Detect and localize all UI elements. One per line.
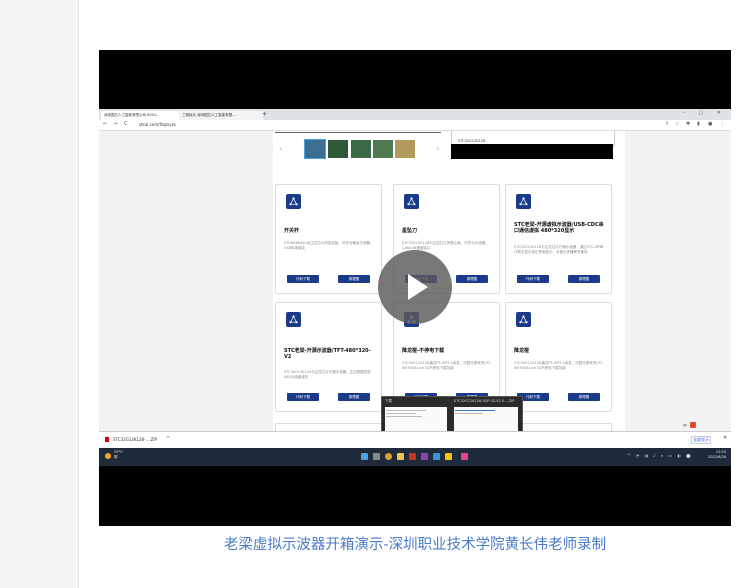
browser-tab-1[interactable]: 深圳国芯人工智能有限公司-8051...: [101, 111, 179, 120]
product-card[interactable]: STC老梁-开源示波器/TFT-480*320-V2 STC32G12K128为…: [275, 302, 382, 412]
window-controls[interactable]: – ▢ ✕: [682, 110, 727, 116]
card-title: 开关杆: [284, 228, 300, 234]
video-player[interactable]: 深圳国芯人工智能有限公司-8051... 三相硅片-深圳国芯人工智能有限... …: [99, 50, 731, 526]
gallery-thumbnail[interactable]: [304, 139, 326, 159]
video-caption: 老梁虚拟示波器开箱演示-深圳职业技术学院黄长伟老师录制: [223, 537, 607, 553]
card-title: STC老梁-开源虚拟示波器/USB-CDC串口通信虚拟 480*320显示: [514, 222, 604, 234]
preview-label-zip: STC32G12K128-SOP-32-V2.0-...ZIP: [454, 399, 515, 403]
menu-icon[interactable]: ⋮: [720, 121, 725, 127]
schematic-button[interactable]: 原理图: [456, 275, 488, 283]
gallery-thumbnail[interactable]: [351, 140, 371, 158]
left-page-margin: [0, 0, 78, 588]
product-gallery: ‹ › STC32G12K128: [273, 131, 625, 179]
schematic-button[interactable]: 原理图: [568, 275, 600, 283]
share-nodes-icon: [286, 312, 301, 327]
product-card[interactable]: 开关杆 STC8H8K64U为主控芯片的协议板，可作为备用示波器，USB供电稳定…: [275, 184, 382, 294]
sidebar-icon[interactable]: ▮: [697, 121, 700, 127]
close-icon[interactable]: ✕: [723, 435, 727, 441]
card-title: 降龙棍: [514, 348, 530, 354]
search-icon[interactable]: [373, 453, 380, 460]
card-description: STC32G12K128通过P3.0/P3.1收发，可替代原来的STC-ISP/…: [514, 361, 605, 370]
preview-line: [386, 413, 416, 414]
reload-icon[interactable]: C: [124, 121, 128, 127]
preview-line: [386, 410, 426, 411]
gallery-thumbnail[interactable]: [328, 140, 348, 158]
float-ic-label: 中: [683, 423, 687, 428]
browser-tab-bar: 深圳国芯人工智能有限公司-8051... 三相硅片-深圳国芯人工智能有限... …: [99, 109, 731, 120]
profile-icon[interactable]: ●: [708, 121, 712, 127]
preview-label-downloads: 下载: [385, 399, 392, 403]
app-icon[interactable]: [421, 453, 428, 460]
folder-icon[interactable]: [397, 453, 404, 460]
new-tab-button[interactable]: +: [262, 111, 267, 119]
share-nodes-icon: [404, 194, 419, 209]
play-icon: [408, 274, 428, 300]
code-download-button[interactable]: 代码下载: [287, 275, 319, 283]
card-description: STC32G12K128通过P3.0/P3.1收发，可替代原来的STC-ISP/…: [402, 361, 493, 370]
star-icon[interactable]: ☆: [675, 121, 679, 127]
preview-line: [386, 416, 422, 417]
spec-snippet: STC32G12K128: [458, 139, 486, 143]
download-bar: STC32G12K128-....ZIP ^ 全部显示 ✕: [99, 431, 731, 449]
card-description: STC32G12K128为主控芯片开源示波器，通过STC-ISP串口助手显示波形…: [514, 245, 604, 254]
preview-line: [455, 413, 483, 414]
code-download-button[interactable]: 代码下载: [287, 393, 319, 401]
app-icon[interactable]: [409, 453, 416, 460]
schematic-button[interactable]: 原理图: [338, 393, 370, 401]
code-download-button[interactable]: 代码下载: [517, 275, 549, 283]
play-button[interactable]: [378, 250, 452, 324]
clock-date: 2022/6/26: [708, 455, 726, 459]
preview-line: [455, 410, 495, 411]
product-card[interactable]: STC老梁-开源虚拟示波器/USB-CDC串口通信虚拟 480*320显示 ST…: [505, 184, 612, 294]
system-tray[interactable]: ^ ◔ ◑ ♪ ⌕ ▭ ◐ ⬤: [627, 453, 693, 458]
back-icon[interactable]: ←: [103, 121, 107, 127]
browser-address-bar: ← → C stcai.com/fzq/xyzs ⇪ ☆ ✱ ▮ ● ⋮: [99, 120, 731, 131]
start-icon[interactable]: [361, 453, 368, 460]
download-file-name[interactable]: STC32G12K128-....ZIP: [113, 437, 157, 442]
schematic-button[interactable]: 原理图: [338, 275, 370, 283]
redacted-block: [451, 144, 613, 159]
forward-icon[interactable]: →: [113, 121, 117, 127]
system-clock[interactable]: 12:03 2022/6/26: [708, 450, 726, 460]
browser-tab-2[interactable]: 三相硅片-深圳国芯人工智能有限...: [179, 111, 263, 120]
chevron-up-icon[interactable]: ^: [166, 436, 170, 442]
windows-taskbar: 29°C 阴 ^ ◔ ◑ ♪ ⌕ ▭ ◐ ⬤ 12:03 2022/6/26: [99, 448, 731, 466]
gallery-thumbnail[interactable]: [373, 140, 393, 158]
card-description: STC8H8K64U为主控芯片的协议板，可作为备用示波器，USB供电稳定: [284, 241, 374, 250]
app-icon[interactable]: [433, 453, 440, 460]
share-nodes-icon: [286, 194, 301, 209]
chevron-left-icon[interactable]: ‹: [279, 144, 282, 153]
left-divider: [78, 0, 79, 588]
app-icon[interactable]: [445, 453, 452, 460]
show-all-downloads-button[interactable]: 全部显示: [691, 436, 711, 444]
share-icon[interactable]: ⇪: [665, 121, 669, 127]
card-title: 降龙棍-不停电下载: [402, 348, 445, 354]
float-widget-icon[interactable]: [690, 422, 696, 428]
gallery-border: [275, 132, 441, 133]
zip-file-icon: [105, 437, 109, 442]
chevron-right-icon[interactable]: ›: [436, 144, 439, 153]
extension-icon[interactable]: ✱: [686, 121, 690, 127]
schematic-button[interactable]: 原理图: [568, 393, 600, 401]
weather-desc: 阴: [114, 455, 118, 459]
chrome-icon[interactable]: [385, 453, 392, 460]
app-icon[interactable]: [461, 453, 468, 460]
url-field[interactable]: stcai.com/fzq/xyzs: [139, 122, 176, 127]
card-title: 星坠刀: [402, 228, 418, 234]
gallery-thumbnail[interactable]: [395, 140, 415, 158]
card-description: STC32G12K128为主控芯片开源示波器，主控数据控制480示波器波形: [284, 370, 371, 379]
card-title: STC老梁-开源示波器/TFT-480*320-V2: [284, 348, 371, 360]
weather-widget[interactable]: 29°C 阴: [114, 450, 123, 460]
weather-icon[interactable]: [105, 453, 111, 459]
share-nodes-icon: [516, 194, 531, 209]
share-nodes-icon: [516, 312, 531, 327]
